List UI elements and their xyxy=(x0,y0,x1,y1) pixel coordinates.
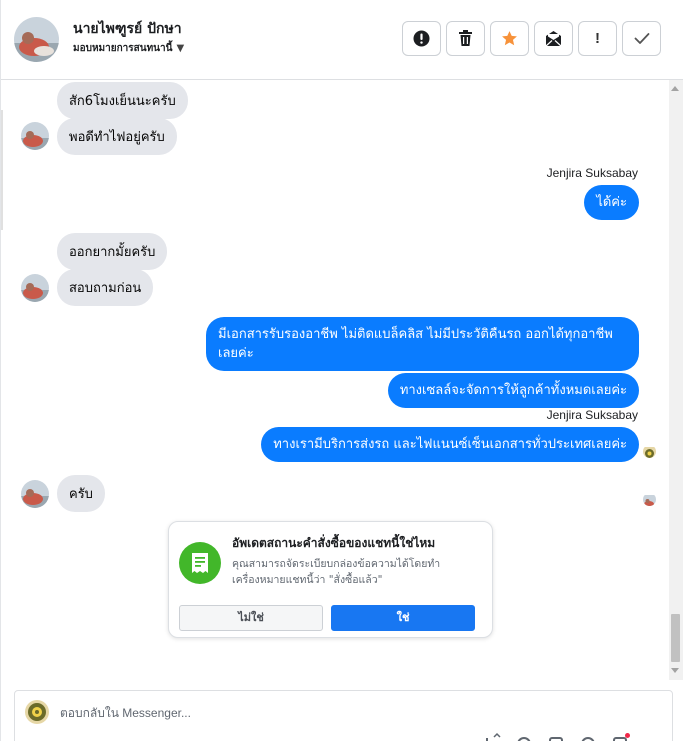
panel-divider xyxy=(1,110,3,230)
exclamation-icon: ! xyxy=(595,30,600,47)
sender-name: Jenjira Suksabay xyxy=(546,166,638,180)
scroll-up-arrow-icon[interactable] xyxy=(671,86,679,91)
message-incoming[interactable]: สัก6โมงเย็นนะครับ xyxy=(57,82,188,119)
composer-toolbar xyxy=(482,731,630,741)
card-description: คุณสามารถจัดระเบียบกล่องข้อความได้โดยทำเ… xyxy=(232,558,441,586)
messenger-chat-window: นายไพฑูรย์ ปักษา มอบหมายการสนทนานี้ ▼ ! … xyxy=(0,0,683,741)
delete-button[interactable] xyxy=(446,21,485,56)
add-icon[interactable] xyxy=(482,731,502,741)
scrollbar-thumb[interactable] xyxy=(671,614,680,662)
mark-important-button[interactable]: ! xyxy=(578,21,617,56)
contact-avatar-small xyxy=(21,274,49,302)
sender-name: Jenjira Suksabay xyxy=(546,408,638,422)
report-spam-button[interactable] xyxy=(402,21,441,56)
message-incoming[interactable]: ครับ xyxy=(57,475,105,512)
message-outgoing[interactable]: ได้ค่ะ xyxy=(584,185,639,220)
saved-reply-icon[interactable] xyxy=(610,731,630,741)
contact-avatar-small xyxy=(21,480,49,508)
message-incoming[interactable]: ออกยากมั้ยครับ xyxy=(57,233,168,270)
message-incoming[interactable]: สอบถามก่อน xyxy=(57,269,154,306)
no-button[interactable]: ไม่ใช่ xyxy=(179,605,323,631)
message-outgoing[interactable]: ทางเรามีบริการส่งรถ และไฟแนนซ์เซ็นเอกสาร… xyxy=(261,427,639,462)
image-icon[interactable] xyxy=(546,731,566,741)
assign-conversation-dropdown[interactable]: มอบหมายการสนทนานี้ ▼ xyxy=(73,41,184,56)
star-button[interactable] xyxy=(490,21,529,56)
trash-icon xyxy=(458,30,473,47)
reply-input[interactable] xyxy=(60,704,620,722)
mark-unread-button[interactable] xyxy=(534,21,573,56)
thread-scrollbar[interactable] xyxy=(669,80,683,680)
seen-indicator-avatar xyxy=(643,445,656,458)
receipt-icon xyxy=(179,542,221,584)
order-status-card: อัพเดตสถานะคำสั่งซื้อของแชทนี้ใช่ไหม คุณ… xyxy=(168,521,493,638)
message-outgoing[interactable]: มีเอกสารรับรองอาชีพ ไม่ติดแบล็คลิส ไม่มี… xyxy=(206,317,639,371)
assign-label: มอบหมายการสนทนานี้ xyxy=(73,43,173,54)
check-icon xyxy=(634,32,650,45)
yes-button[interactable]: ใช่ xyxy=(331,605,475,631)
mark-done-button[interactable] xyxy=(622,21,661,56)
contact-avatar[interactable] xyxy=(14,17,59,62)
seen-indicator-avatar xyxy=(643,493,656,506)
contact-name: นายไพฑูรย์ ปักษา xyxy=(73,21,182,37)
conversation-toolbar: ! xyxy=(402,21,661,56)
star-icon xyxy=(501,30,518,47)
contact-avatar-small xyxy=(21,122,49,150)
scroll-down-arrow-icon[interactable] xyxy=(671,668,679,673)
card-title: อัพเดตสถานะคำสั่งซื้อของแชทนี้ใช่ไหม xyxy=(232,536,436,550)
attach-icon[interactable] xyxy=(514,731,534,741)
reply-composer xyxy=(14,690,673,741)
caret-down-icon: ▼ xyxy=(176,43,185,54)
emoji-icon[interactable] xyxy=(578,731,598,741)
page-avatar xyxy=(25,700,49,724)
message-incoming[interactable]: พอดีทำไฟอยู่ครับ xyxy=(57,118,177,155)
envelope-open-icon xyxy=(545,30,562,47)
alert-circle-icon xyxy=(413,30,430,47)
message-outgoing[interactable]: ทางเซลล์จะจัดการให้ลูกค้าทั้งหมดเลยค่ะ xyxy=(387,373,639,408)
chat-header: นายไพฑูรย์ ปักษา มอบหมายการสนทนานี้ ▼ ! xyxy=(1,0,683,80)
